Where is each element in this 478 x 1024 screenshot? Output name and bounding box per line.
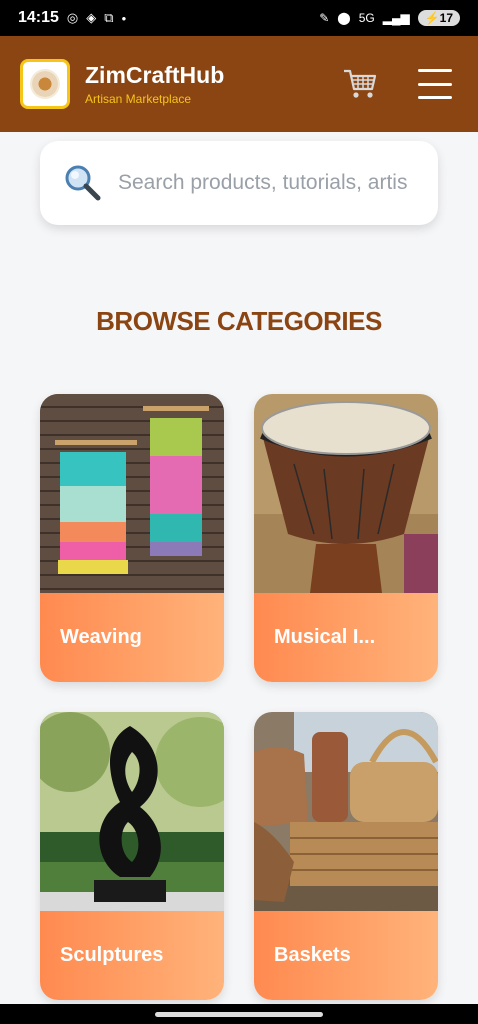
menu-line xyxy=(418,82,452,86)
cart-icon xyxy=(344,69,377,98)
app-logo[interactable] xyxy=(20,59,70,109)
category-image-weaving xyxy=(40,394,224,593)
system-nav-bar xyxy=(0,1004,478,1024)
app-name: ZimCraftHub xyxy=(85,62,225,88)
black-stone-sculpture-image xyxy=(40,712,224,911)
category-card-weaving[interactable]: Weaving xyxy=(40,394,224,682)
menu-line xyxy=(418,96,452,99)
wicker-baskets-image xyxy=(254,712,438,911)
whatsapp-icon: ◎ xyxy=(66,10,79,25)
dot-icon: • xyxy=(121,10,127,26)
location-icon: ⬤ xyxy=(337,11,351,25)
status-right: ✎ ⬤ 5G ▂▄▆ ⚡17 xyxy=(319,10,460,26)
screenshot-icon: ⧉ xyxy=(104,10,114,25)
status-left: 14:15 ◎ ◈ ⧉ • xyxy=(18,9,126,27)
category-card-sculptures[interactable]: Sculptures xyxy=(40,712,224,1000)
category-image-baskets xyxy=(254,712,438,911)
category-card-musical-instruments[interactable]: Musical I... xyxy=(254,394,438,682)
status-time: 14:15 xyxy=(18,9,59,26)
search-icon xyxy=(65,165,101,201)
category-label: Sculptures xyxy=(40,911,224,1000)
notification-icon: ◈ xyxy=(86,10,97,25)
cart-button[interactable] xyxy=(340,64,380,104)
menu-button[interactable] xyxy=(418,69,452,99)
djembe-drum-image xyxy=(254,394,438,593)
category-image-sculptures xyxy=(40,712,224,911)
category-label: Baskets xyxy=(254,911,438,1000)
menu-line xyxy=(418,69,452,72)
app-tagline: Artisan Marketplace xyxy=(85,92,192,106)
search-box[interactable] xyxy=(40,141,438,225)
home-gesture-handle[interactable] xyxy=(155,1012,323,1017)
woven-wall-hangings-image xyxy=(40,394,224,593)
category-label: Weaving xyxy=(40,593,224,682)
brand: ZimCraftHub Artisan Marketplace xyxy=(85,62,340,106)
category-card-baskets[interactable]: Baskets xyxy=(254,712,438,1000)
pen-icon: ✎ xyxy=(319,11,330,25)
status-bar: 14:15 ◎ ◈ ⧉ • ✎ ⬤ 5G ▂▄▆ ⚡17 xyxy=(0,0,478,36)
app-header: ZimCraftHub Artisan Marketplace xyxy=(0,36,478,132)
battery-level: 17 xyxy=(439,11,453,25)
battery-indicator: ⚡17 xyxy=(417,10,460,26)
signal-icon: ▂▄▆ xyxy=(382,11,410,25)
section-title: BROWSE CATEGORIES xyxy=(96,306,382,336)
search-input[interactable] xyxy=(118,171,438,195)
logo-emblem-icon xyxy=(30,69,60,99)
category-label: Musical I... xyxy=(254,593,438,682)
network-type: 5G xyxy=(358,11,375,25)
category-image-musical-instruments xyxy=(254,394,438,593)
